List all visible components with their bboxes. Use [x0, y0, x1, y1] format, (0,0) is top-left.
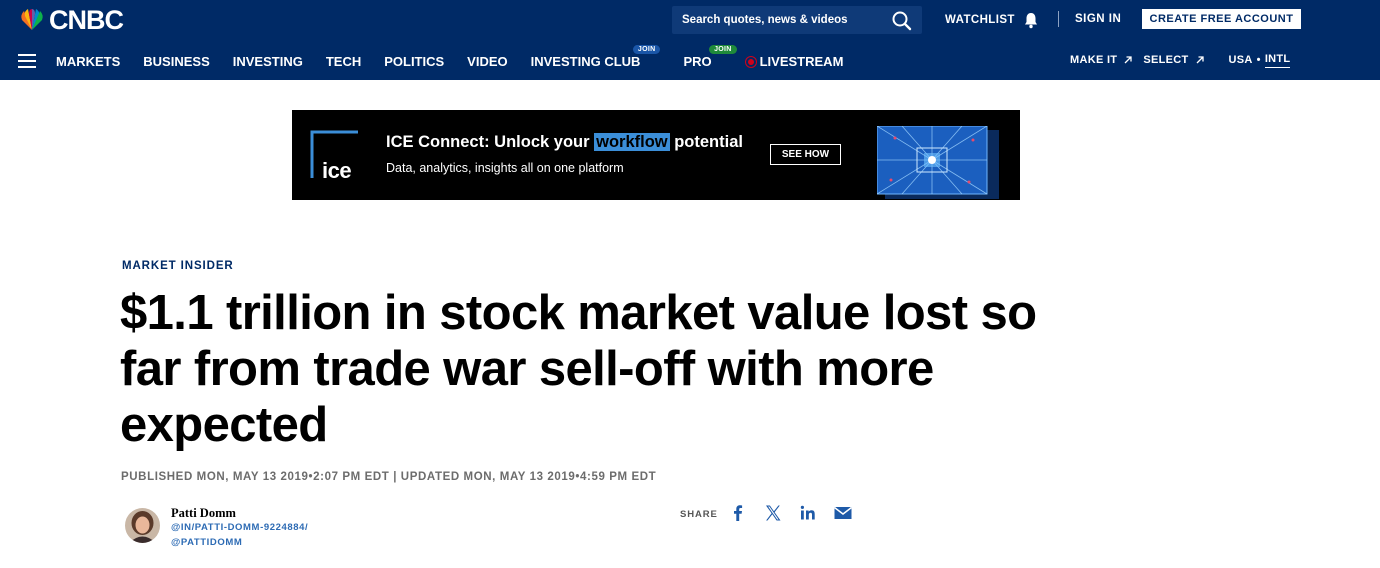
usa-edition-link[interactable]: USA [1229, 54, 1253, 66]
ad-banner[interactable]: ice ICE Connect: Unlock your workflow po… [292, 110, 1020, 200]
search-icon[interactable] [891, 10, 913, 32]
nav-markets[interactable]: MARKETS [56, 54, 120, 69]
share-label: SHARE [680, 509, 718, 520]
email-share-icon[interactable] [833, 503, 853, 523]
peacock-icon [21, 9, 43, 30]
see-how-button[interactable]: SEE HOW [770, 144, 841, 165]
author-avatar[interactable] [125, 508, 160, 543]
nav-investing[interactable]: INVESTING [233, 54, 303, 69]
logo-text: CNBC [49, 4, 124, 35]
nav-livestream-label: LIVESTREAM [759, 53, 844, 69]
ad-headline: ICE Connect: Unlock your workflow potent… [386, 133, 743, 152]
nav-video[interactable]: VIDEO [467, 54, 507, 69]
external-arrow-icon [1124, 56, 1132, 64]
join-badge: JOIN [632, 44, 661, 54]
external-arrow-icon [1196, 56, 1204, 64]
edition-separator: • [1256, 54, 1261, 66]
watchlist-label: WATCHLIST [945, 14, 1015, 26]
article-headline: $1.1 trillion in stock market value lost… [120, 286, 1037, 452]
linkedin-share-icon[interactable] [798, 503, 818, 523]
header-divider [1058, 11, 1059, 27]
article-timestamps: PUBLISHED MON, MAY 13 2019•2:07 PM EDT |… [121, 471, 657, 483]
ad-headline-part: potential [669, 133, 743, 151]
nav-business[interactable]: BUSINESS [143, 54, 209, 69]
facebook-share-icon[interactable] [728, 503, 748, 523]
author-twitter-link[interactable]: @PATTIDOMM [171, 537, 242, 548]
make-it-link[interactable]: MAKE IT [1070, 54, 1117, 66]
join-badge: JOIN [709, 44, 737, 54]
nav-pro-label: PRO [683, 53, 712, 69]
author-name[interactable]: Patti Domm [171, 506, 236, 521]
author-linkedin-link[interactable]: @IN/PATTI-DOMM-9224884/ [171, 522, 308, 533]
sign-in-link[interactable]: SIGN IN [1075, 13, 1121, 25]
nav-pro[interactable]: PRO JOIN [683, 44, 737, 69]
select-link[interactable]: SELECT [1143, 54, 1188, 66]
intl-edition-link[interactable]: INTL [1264, 53, 1291, 68]
section-kicker-link[interactable]: MARKET INSIDER [122, 260, 234, 272]
x-share-icon[interactable] [763, 503, 783, 523]
search-box [672, 6, 922, 34]
hamburger-menu-icon[interactable] [18, 54, 36, 68]
site-header: CNBC WATCHLIST SIGN IN CREATE FREE ACCOU… [0, 0, 1380, 80]
nav-investing-club-label: INVESTING CLUB [530, 53, 641, 69]
watchlist-button[interactable]: WATCHLIST [945, 11, 1040, 29]
ad-subline: Data, analytics, insights all on one pla… [386, 161, 624, 175]
search-input[interactable] [672, 6, 882, 34]
nav-investing-club[interactable]: INVESTING CLUB JOIN [530, 44, 661, 69]
ice-logo-text: ice [322, 158, 352, 183]
live-dot-icon [747, 58, 754, 65]
secondary-nav: MAKE IT SELECT USA • INTL [1070, 53, 1291, 68]
ad-headline-part: ICE Connect: Unlock your [386, 133, 595, 151]
ad-circuit-image [877, 126, 999, 199]
nav-tech[interactable]: TECH [326, 54, 361, 69]
bell-icon [1024, 13, 1037, 29]
nav-livestream[interactable]: LIVESTREAM [747, 53, 844, 69]
nav-politics[interactable]: POLITICS [384, 54, 444, 69]
cnbc-logo[interactable]: CNBC [18, 4, 124, 35]
ad-headline-highlight: workflow [594, 133, 670, 151]
main-nav: MARKETS BUSINESS INVESTING TECH POLITICS… [56, 44, 866, 70]
create-account-button[interactable]: CREATE FREE ACCOUNT [1142, 9, 1301, 29]
